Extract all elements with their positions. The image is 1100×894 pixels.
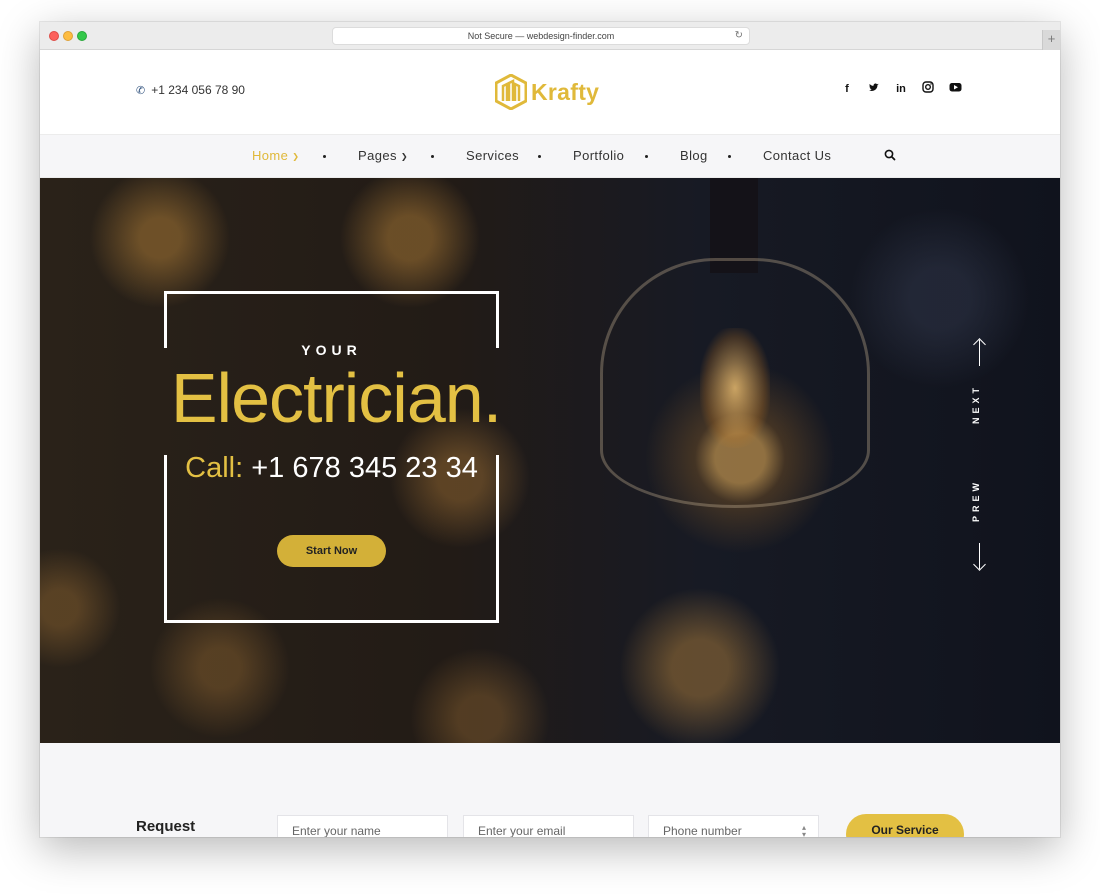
nav-separator-dot xyxy=(431,155,434,158)
header-phone[interactable]: ✆ +1 234 056 78 90 xyxy=(136,83,245,97)
nav-separator-dot xyxy=(645,155,648,158)
nav-item-home[interactable]: Home ❯ xyxy=(252,148,299,163)
logo-icon xyxy=(495,74,527,110)
header-phone-number: +1 234 056 78 90 xyxy=(151,83,245,97)
nav-home-label: Home xyxy=(252,148,289,163)
number-stepper-icon[interactable]: ▴ ▾ xyxy=(802,824,806,838)
frame-line xyxy=(164,620,499,623)
frame-line xyxy=(496,291,499,348)
close-window-button[interactable] xyxy=(49,31,59,41)
maximize-window-button[interactable] xyxy=(77,31,87,41)
request-section: Request Enter your name Enter your email… xyxy=(40,743,1060,837)
facebook-icon[interactable]: f xyxy=(840,81,854,97)
url-text: Not Secure — webdesign-finder.com xyxy=(467,31,615,41)
name-field[interactable]: Enter your name xyxy=(277,815,448,837)
site-header: ✆ +1 234 056 78 90 Krafty f in xyxy=(40,50,1060,134)
request-label: Request xyxy=(136,818,196,835)
browser-titlebar: Not Secure — webdesign-finder.com ↻ + xyxy=(40,22,1060,50)
new-tab-button[interactable]: + xyxy=(1042,30,1060,50)
minimize-window-button[interactable] xyxy=(63,31,73,41)
chevron-down-icon: ❯ xyxy=(292,152,300,161)
browser-window: Not Secure — webdesign-finder.com ↻ + ✆ +… xyxy=(40,22,1060,837)
arrow-up-icon-head xyxy=(973,338,986,351)
hero-bulb-filament xyxy=(700,328,770,448)
social-links: f in xyxy=(840,81,962,97)
nav-separator-dot xyxy=(538,155,541,158)
twitter-icon[interactable] xyxy=(867,81,881,97)
chevron-down-icon: ❯ xyxy=(400,152,408,161)
arrow-down-icon-head xyxy=(973,558,986,571)
instagram-icon[interactable] xyxy=(921,81,935,97)
reload-icon[interactable]: ↻ xyxy=(735,28,743,44)
youtube-icon[interactable] xyxy=(948,81,962,97)
hero-title: Electrician. xyxy=(170,359,502,437)
address-bar[interactable]: Not Secure — webdesign-finder.com ↻ xyxy=(332,27,750,45)
nav-pages-label: Pages xyxy=(358,148,397,163)
site-logo[interactable]: Krafty xyxy=(495,72,599,112)
hero-slider: YOUR Electrician. Call: +1 678 345 23 34… xyxy=(40,178,1060,743)
hero-call-number: +1 678 345 23 34 xyxy=(251,452,478,484)
nav-item-blog[interactable]: Blog xyxy=(680,148,708,163)
nav-item-portfolio[interactable]: Portfolio xyxy=(573,148,624,163)
phone-field[interactable]: Phone number ▴ ▾ xyxy=(648,815,819,837)
slider-prev-button[interactable]: PREW xyxy=(968,473,992,573)
slider-next-label: NEXT xyxy=(971,384,981,425)
slider-prev-label: PREW xyxy=(971,479,981,523)
linkedin-icon[interactable]: in xyxy=(894,81,908,97)
nav-separator-dot xyxy=(323,155,326,158)
hero-call-label: Call: xyxy=(185,452,244,484)
nav-item-pages[interactable]: Pages ❯ xyxy=(358,148,408,163)
phone-field-placeholder: Phone number xyxy=(663,824,742,837)
email-field[interactable]: Enter your email xyxy=(463,815,634,837)
logo-text: Krafty xyxy=(531,78,600,105)
frame-line xyxy=(164,291,167,348)
main-nav: Home ❯ Pages ❯ Services Portfolio Blog Con… xyxy=(40,134,1060,178)
search-icon[interactable] xyxy=(883,148,897,162)
our-service-button[interactable]: Our Service xyxy=(846,814,964,837)
nav-separator-dot xyxy=(728,155,731,158)
slider-next-button[interactable]: NEXT xyxy=(968,338,992,433)
hero-kicker: YOUR xyxy=(301,342,362,358)
nav-item-services[interactable]: Services xyxy=(466,148,519,163)
nav-item-contact[interactable]: Contact Us xyxy=(763,148,831,163)
phone-icon: ✆ xyxy=(136,85,146,97)
frame-line xyxy=(164,291,499,294)
start-now-button[interactable]: Start Now xyxy=(277,535,386,567)
hero-call: Call: +1 678 345 23 34 xyxy=(164,452,499,485)
